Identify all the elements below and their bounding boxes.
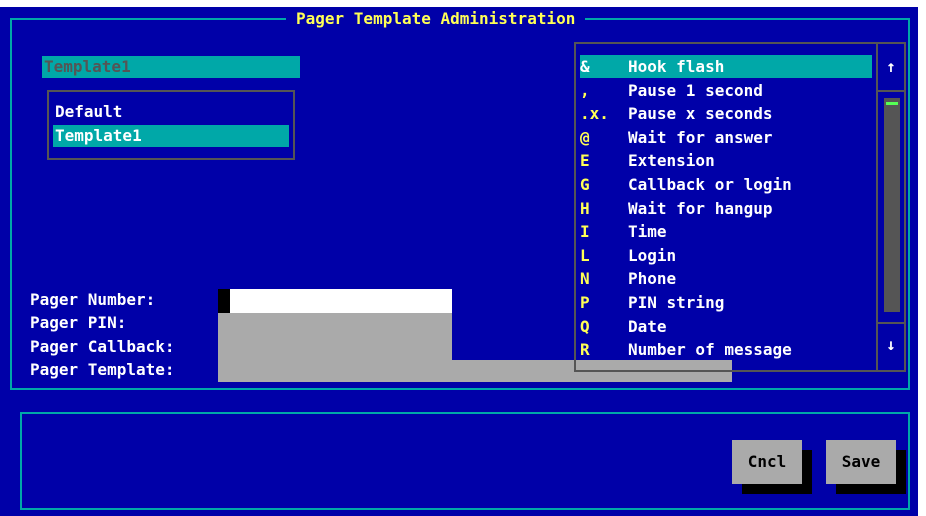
pager-pin-label: Pager PIN: <box>30 313 127 332</box>
code-symbol: E <box>580 151 590 171</box>
code-description: Wait for hangup <box>628 198 773 218</box>
scrollbar-thumb[interactable] <box>886 102 898 105</box>
scrollbar-top-separator <box>878 90 904 92</box>
code-list-item[interactable]: R Number of message <box>580 338 872 361</box>
pager-template-label: Pager Template: <box>30 360 175 379</box>
text-cursor <box>218 289 230 313</box>
template-list-item-default[interactable]: Default <box>53 101 289 123</box>
code-description: Extension <box>628 151 715 171</box>
code-symbol: P <box>580 293 590 312</box>
code-list-item[interactable]: E Extension <box>580 149 872 172</box>
pager-number-label: Pager Number: <box>30 290 156 309</box>
code-list-item[interactable]: L Login <box>580 244 872 267</box>
code-description: Time <box>628 222 667 242</box>
code-description: Hook flash <box>628 57 725 76</box>
code-symbol: , <box>580 80 590 100</box>
code-description: Pause 1 second <box>628 80 763 100</box>
screen-right-edge <box>918 0 926 516</box>
code-description: Phone <box>628 269 677 289</box>
code-list-item[interactable]: H Wait for hangup <box>580 197 872 220</box>
code-symbol: R <box>580 340 590 360</box>
code-description: Wait for answer <box>628 127 773 147</box>
code-list-item[interactable]: G Callback or login <box>580 173 872 196</box>
code-description: Pause x seconds <box>628 104 773 124</box>
scroll-up-icon[interactable]: ↑ <box>878 56 904 78</box>
pager-number-input[interactable] <box>218 289 452 313</box>
code-description: PIN string <box>628 293 725 312</box>
code-description: Callback or login <box>628 175 792 194</box>
screen-top-edge <box>0 0 926 7</box>
code-symbol: @ <box>580 127 590 147</box>
pager-pin-input[interactable] <box>218 313 452 336</box>
code-list-item[interactable]: Q Date <box>580 315 872 338</box>
code-list-item[interactable]: @ Wait for answer <box>580 126 872 149</box>
scrollbar-bottom-separator <box>878 322 904 324</box>
code-symbol: L <box>580 245 590 265</box>
code-symbol: H <box>580 198 590 218</box>
code-list-item[interactable]: & Hook flash <box>580 55 872 78</box>
code-description: Login <box>628 245 677 265</box>
code-symbol: I <box>580 222 590 242</box>
code-symbol: .x. <box>580 104 609 124</box>
code-list-item[interactable]: N Phone <box>580 267 872 290</box>
code-description: Number of message <box>628 340 792 360</box>
pager-callback-input[interactable] <box>218 336 452 360</box>
scroll-down-icon[interactable]: ↓ <box>878 334 904 356</box>
code-symbol: Q <box>580 316 590 336</box>
scrollbar-track[interactable] <box>884 98 900 312</box>
save-button[interactable]: Save <box>826 440 896 484</box>
code-symbol: N <box>580 269 590 289</box>
code-list-item[interactable]: , Pause 1 second <box>580 79 872 102</box>
dialog-title: Pager Template Administration <box>286 9 586 29</box>
code-list-item[interactable]: I Time <box>580 220 872 243</box>
code-list-item[interactable]: .x. Pause x seconds <box>580 102 872 125</box>
template-name-input[interactable]: Template1 <box>42 56 300 78</box>
code-list-item[interactable]: P PIN string <box>580 291 872 314</box>
code-symbol: G <box>580 175 590 194</box>
code-symbol: & <box>580 57 590 76</box>
template-list-item-template1[interactable]: Template1 <box>53 125 289 147</box>
pager-callback-label: Pager Callback: <box>30 337 175 356</box>
cancel-button[interactable]: Cncl <box>732 440 802 484</box>
code-description: Date <box>628 316 667 336</box>
